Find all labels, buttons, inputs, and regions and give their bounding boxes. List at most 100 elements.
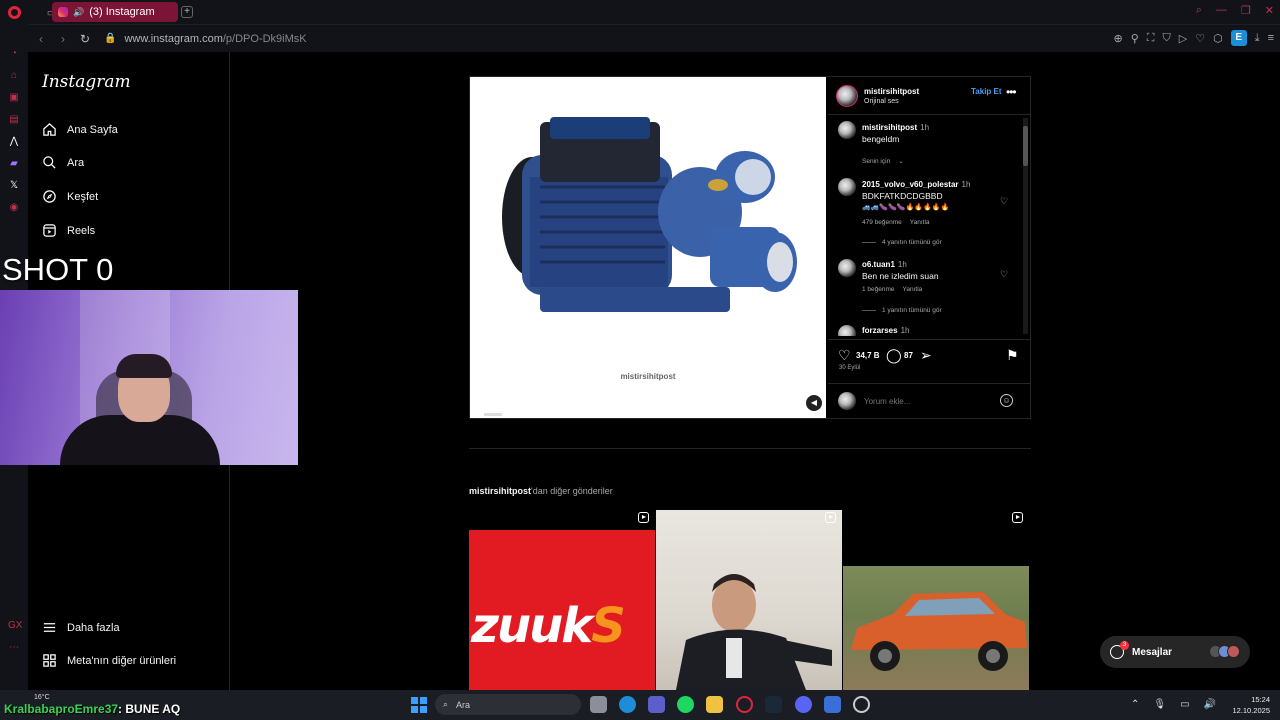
menu-icon[interactable]: ≡ xyxy=(1268,32,1274,44)
search-tabs-icon[interactable]: ⌕ xyxy=(1196,4,1202,17)
nav-item-reels[interactable]: Reels xyxy=(42,223,95,238)
comment-input[interactable] xyxy=(864,397,984,406)
extensions-icon[interactable]: ⬡ xyxy=(1213,32,1223,45)
mute-button[interactable]: ◀ xyxy=(806,395,822,411)
opera-gx-icon[interactable] xyxy=(736,696,753,713)
messages-button[interactable]: 3 Mesajlar xyxy=(1100,636,1250,668)
obs-icon[interactable] xyxy=(853,696,870,713)
wallet-icon[interactable]: ▣ xyxy=(8,92,20,104)
lock-icon[interactable]: 🔒 xyxy=(104,33,116,44)
bookmark-icon[interactable]: ⚑ xyxy=(1006,347,1019,364)
more-options-icon[interactable]: ••• xyxy=(1006,85,1017,99)
comment-avatar[interactable] xyxy=(838,325,856,336)
comment-likes-2[interactable]: 1 beğenme xyxy=(862,286,895,293)
opera-logo-icon[interactable] xyxy=(0,0,28,24)
taskbar-search[interactable]: ⌕ Ara xyxy=(435,694,581,715)
file-explorer-icon[interactable] xyxy=(590,696,607,713)
comment-like-icon[interactable]: ♡ xyxy=(1000,269,1008,280)
weather-temp[interactable]: 16°C xyxy=(34,694,50,701)
video-progress-bar[interactable] xyxy=(484,413,502,416)
gx-icon[interactable]: GX xyxy=(8,620,22,632)
back-button[interactable]: ‹ xyxy=(32,32,50,46)
nav-item-more[interactable]: Daha fazla xyxy=(42,620,120,635)
edge-icon[interactable] xyxy=(619,696,636,713)
comment-user-0[interactable]: mistirsihitpost xyxy=(862,123,917,132)
grid-post-2[interactable] xyxy=(656,510,842,690)
folder-icon[interactable] xyxy=(706,696,723,713)
comment-user-3[interactable]: forzarses xyxy=(862,326,898,335)
messenger-icon[interactable]: ▤ xyxy=(8,114,20,126)
twitch-icon[interactable]: ▰ xyxy=(8,158,20,170)
download-icon[interactable]: ⤓ xyxy=(1255,32,1260,45)
like-count[interactable]: 34,7 B xyxy=(856,351,880,360)
nav-item-search[interactable]: Ara xyxy=(42,155,84,170)
follow-button[interactable]: Takip Et xyxy=(971,87,1002,96)
x-icon[interactable]: 𝕏 xyxy=(8,180,20,192)
nav-item-meta[interactable]: Meta'nın diğer ürünleri xyxy=(42,653,176,668)
grid-post-3[interactable] xyxy=(843,510,1029,690)
post-video[interactable]: mistirsihitpost ◀ xyxy=(470,77,826,418)
record-icon[interactable]: ◉ xyxy=(8,202,20,214)
comment-avatar[interactable] xyxy=(838,259,856,277)
pin-icon[interactable]: ⚲ xyxy=(1131,32,1139,45)
nav-item-explore[interactable]: Keşfet xyxy=(42,189,98,204)
discord-icon[interactable] xyxy=(795,696,812,713)
nav-item-home[interactable]: Ana Sayfa xyxy=(42,122,118,137)
comment-avatar[interactable] xyxy=(838,121,856,139)
comment-username[interactable]: forzarses 1h xyxy=(862,326,909,335)
author-avatar[interactable] xyxy=(836,85,858,107)
more-posts-user[interactable]: mistirsihitpost xyxy=(469,486,531,496)
audio-label[interactable]: Orijinal ses xyxy=(864,98,899,105)
windows-start-icon[interactable] xyxy=(411,697,427,713)
share-icon[interactable]: ➢ xyxy=(920,347,932,364)
teams-icon[interactable] xyxy=(648,696,665,713)
close-button[interactable]: ✕ xyxy=(1265,4,1274,17)
comment-username[interactable]: 2015_volvo_v60_polestar 1h xyxy=(862,180,970,189)
like-icon[interactable]: ♡ xyxy=(838,347,851,364)
comment-user-1[interactable]: 2015_volvo_v60_polestar xyxy=(862,180,959,189)
maximize-button[interactable]: ❐ xyxy=(1241,4,1251,17)
reply-button[interactable]: Yanıtla xyxy=(903,286,923,293)
microphone-icon[interactable]: 🎙 xyxy=(1153,699,1166,710)
extension-e-icon[interactable]: E xyxy=(1230,30,1247,46)
new-tab-button[interactable]: + xyxy=(181,6,193,18)
scrollbar-thumb[interactable] xyxy=(1023,126,1028,166)
reply-button[interactable]: Yanıtla xyxy=(910,219,930,226)
for-you-toggle[interactable]: Senin için ⌄ xyxy=(862,157,912,165)
arc-icon[interactable]: ⋀ xyxy=(8,136,20,148)
steam-icon[interactable] xyxy=(765,696,782,713)
view-replies-button[interactable]: 1 yanıtın tümünü gör xyxy=(862,307,942,314)
aria-icon[interactable]: ◔ xyxy=(8,48,20,60)
volume-icon[interactable]: 🔊 xyxy=(1204,699,1216,710)
tab-instagram[interactable]: 🔊 (3) Instagram xyxy=(52,2,178,22)
video-popout-icon[interactable]: ▷ xyxy=(1179,32,1187,45)
emoji-picker-icon[interactable]: ☺ xyxy=(1000,394,1013,407)
speaker-icon[interactable]: 🔊 xyxy=(73,7,84,18)
more-sidebar-icon[interactable]: ⋯ xyxy=(8,642,20,654)
chevron-up-icon[interactable]: ⌃ xyxy=(1131,699,1139,710)
spotify-icon[interactable] xyxy=(677,696,694,713)
zoom-icon[interactable]: ⊕ xyxy=(1114,32,1123,45)
comment-username[interactable]: mistirsihitpost 1h xyxy=(862,123,929,132)
shield-icon[interactable]: ⛉ xyxy=(1163,32,1171,45)
grid-post-1[interactable]: zuukS xyxy=(469,510,655,690)
view-replies-button[interactable]: 4 yanıtın tümünü gör xyxy=(862,239,942,246)
comment-user-2[interactable]: o6.tuan1 xyxy=(862,260,895,269)
reload-button[interactable]: ↻ xyxy=(76,32,94,46)
forward-button[interactable]: › xyxy=(54,32,72,46)
shopping-icon[interactable]: ⌂ xyxy=(8,70,20,82)
heart-icon[interactable]: ♡ xyxy=(1195,32,1205,45)
comment-likes-1[interactable]: 479 beğenme xyxy=(862,219,902,226)
instagram-logo[interactable]: Instagram xyxy=(42,72,131,92)
url-field[interactable]: www.instagram.com/p/DPO-Dk9iMsK xyxy=(124,33,306,45)
minimize-button[interactable]: — xyxy=(1216,4,1227,17)
comment-icon[interactable]: ◯ xyxy=(886,347,902,364)
app-icon[interactable] xyxy=(824,696,841,713)
snapshot-icon[interactable]: ⛶ xyxy=(1147,32,1155,45)
comment-username[interactable]: o6.tuan1 1h xyxy=(862,260,907,269)
taskbar-clock[interactable]: 15:24 12.10.2025 xyxy=(1232,694,1270,716)
comment-like-icon[interactable]: ♡ xyxy=(1000,196,1008,207)
display-icon[interactable]: ▭ xyxy=(1180,699,1189,710)
comments-scrollbar[interactable] xyxy=(1023,118,1028,334)
author-username[interactable]: mistirsihitpost xyxy=(864,87,919,96)
